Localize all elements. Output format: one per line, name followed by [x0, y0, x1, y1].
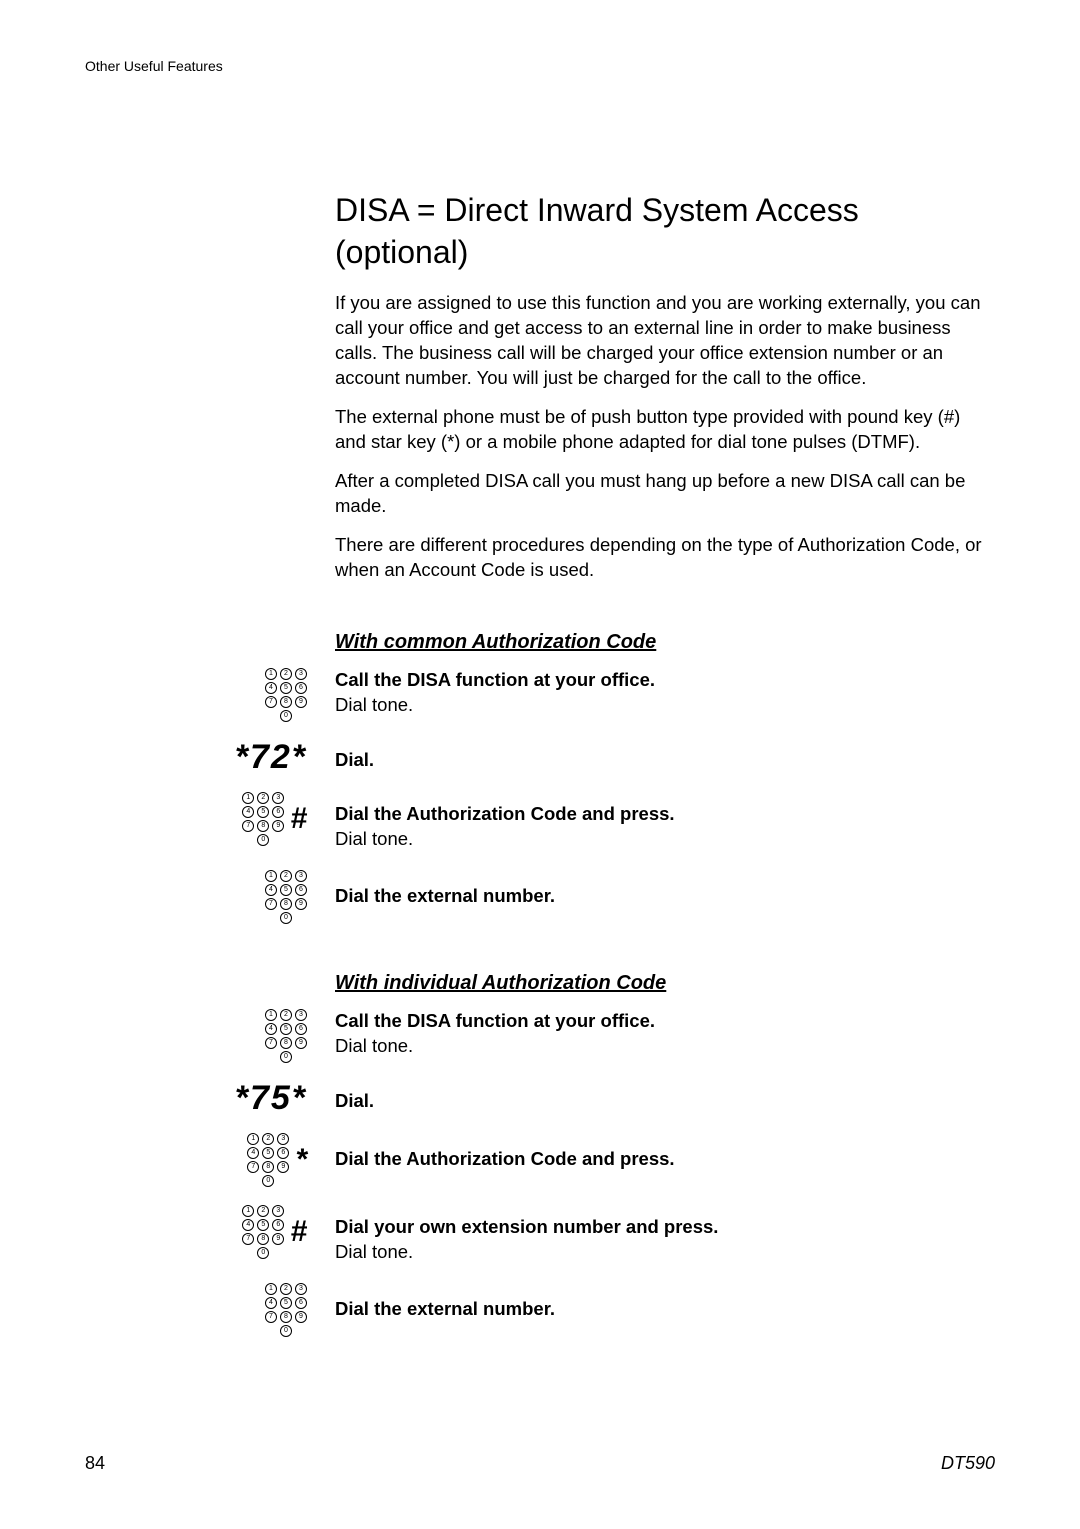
step-instruction: Dial. — [335, 1089, 995, 1114]
step-instruction: Dial the external number. — [335, 884, 995, 909]
intro-para-1: If you are assigned to use this function… — [335, 291, 995, 391]
step-row: 123 456 789 0 Dial the external number. — [335, 1283, 995, 1337]
dial-code: *72* — [235, 740, 307, 774]
keypad-icon: 123 456 789 0 — [205, 870, 335, 924]
keypad-icon: 123 456 789 0 — [205, 1009, 335, 1063]
star-symbol: * — [295, 1143, 307, 1177]
step-instruction: Dial the Authorization Code and press. — [335, 1147, 995, 1172]
keypad-icon: 123 456 789 0 — [205, 668, 335, 722]
keypad-hash-icon: 123 456 789 0 # — [205, 792, 335, 846]
step-row: 123 456 789 0 * Dial the Authorization C… — [335, 1133, 995, 1187]
section-header: Other Useful Features — [85, 58, 223, 74]
step-instruction: Call the DISA function at your office. — [335, 1009, 995, 1034]
dial-code: *75* — [235, 1081, 307, 1115]
intro-para-2: The external phone must be of push butto… — [335, 405, 995, 455]
step-row: 123 456 789 0 # Dial your own extension … — [335, 1205, 995, 1265]
page-title: DISA = Direct Inward System Access (opti… — [335, 190, 995, 273]
hash-symbol: # — [290, 1215, 307, 1249]
common-auth-heading: With common Authorization Code — [335, 631, 995, 654]
intro-para-3: After a completed DISA call you must han… — [335, 469, 995, 519]
step-row: 123 456 789 0 Dial the external number. — [335, 870, 995, 924]
step-row: *75* Dial. — [335, 1081, 995, 1115]
step-row: *72* Dial. — [335, 740, 995, 774]
step-row: 123 456 789 0 # Dial the Authorization C… — [335, 792, 995, 852]
keypad-star-icon: 123 456 789 0 * — [205, 1133, 335, 1187]
step-instruction: Dial the Authorization Code and press. — [335, 802, 995, 827]
step-row: 123 456 789 0 Call the DISA function at … — [335, 1009, 995, 1063]
intro-para-4: There are different procedures depending… — [335, 533, 995, 583]
step-instruction: Call the DISA function at your office. — [335, 668, 995, 693]
individual-auth-heading: With individual Authorization Code — [335, 972, 995, 995]
dial-code-icon: *75* — [205, 1081, 335, 1115]
dial-code-icon: *72* — [205, 740, 335, 774]
step-row: 123 456 789 0 Call the DISA function at … — [335, 668, 995, 722]
main-content: DISA = Direct Inward System Access (opti… — [335, 190, 995, 1355]
page-number: 84 — [85, 1453, 105, 1474]
step-note: Dial tone. — [335, 827, 995, 852]
step-instruction: Dial the external number. — [335, 1297, 995, 1322]
step-note: Dial tone. — [335, 1034, 995, 1059]
step-instruction: Dial your own extension number and press… — [335, 1215, 995, 1240]
step-note: Dial tone. — [335, 693, 995, 718]
step-note: Dial tone. — [335, 1240, 995, 1265]
step-instruction: Dial. — [335, 748, 995, 773]
hash-symbol: # — [290, 802, 307, 836]
model-label: DT590 — [941, 1453, 995, 1474]
keypad-hash-icon: 123 456 789 0 # — [205, 1205, 335, 1259]
keypad-icon: 123 456 789 0 — [205, 1283, 335, 1337]
page-footer: 84 DT590 — [85, 1453, 995, 1474]
